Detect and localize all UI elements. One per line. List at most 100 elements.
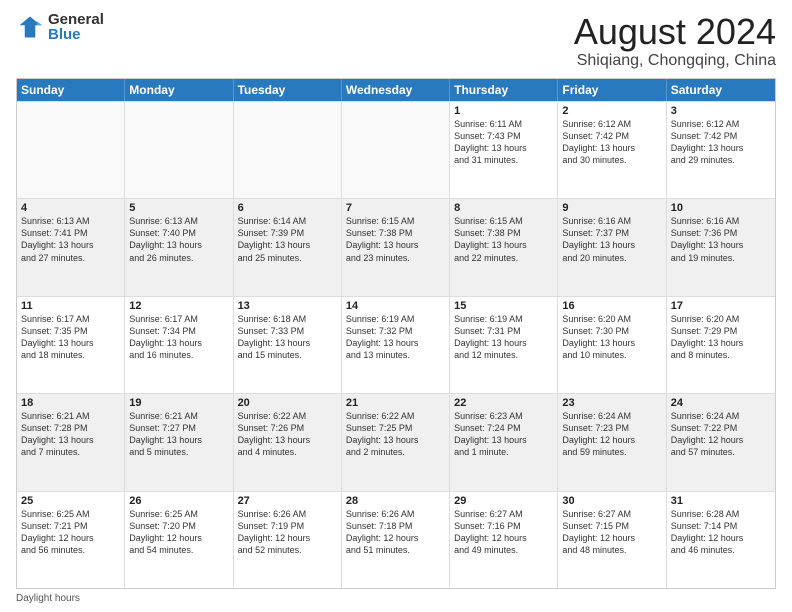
weekday-header-wednesday: Wednesday (342, 79, 450, 101)
weekday-header-saturday: Saturday (667, 79, 775, 101)
calendar-cell: 3Sunrise: 6:12 AM Sunset: 7:42 PM Daylig… (667, 102, 775, 198)
calendar-cell: 25Sunrise: 6:25 AM Sunset: 7:21 PM Dayli… (17, 492, 125, 588)
day-number: 25 (21, 495, 120, 507)
day-info: Sunrise: 6:28 AM Sunset: 7:14 PM Dayligh… (671, 508, 771, 557)
calendar-cell: 31Sunrise: 6:28 AM Sunset: 7:14 PM Dayli… (667, 492, 775, 588)
day-info: Sunrise: 6:19 AM Sunset: 7:31 PM Dayligh… (454, 313, 553, 362)
day-number: 8 (454, 202, 553, 214)
day-info: Sunrise: 6:20 AM Sunset: 7:30 PM Dayligh… (562, 313, 661, 362)
calendar-cell: 11Sunrise: 6:17 AM Sunset: 7:35 PM Dayli… (17, 297, 125, 393)
calendar-cell: 19Sunrise: 6:21 AM Sunset: 7:27 PM Dayli… (125, 394, 233, 490)
day-number: 6 (238, 202, 337, 214)
calendar-cell: 26Sunrise: 6:25 AM Sunset: 7:20 PM Dayli… (125, 492, 233, 588)
calendar-cell: 2Sunrise: 6:12 AM Sunset: 7:42 PM Daylig… (558, 102, 666, 198)
calendar-cell: 8Sunrise: 6:15 AM Sunset: 7:38 PM Daylig… (450, 199, 558, 295)
day-info: Sunrise: 6:12 AM Sunset: 7:42 PM Dayligh… (671, 118, 771, 167)
day-info: Sunrise: 6:25 AM Sunset: 7:21 PM Dayligh… (21, 508, 120, 557)
day-info: Sunrise: 6:15 AM Sunset: 7:38 PM Dayligh… (454, 215, 553, 264)
day-info: Sunrise: 6:27 AM Sunset: 7:15 PM Dayligh… (562, 508, 661, 557)
day-info: Sunrise: 6:17 AM Sunset: 7:35 PM Dayligh… (21, 313, 120, 362)
page: General Blue August 2024 Shiqiang, Chong… (0, 0, 792, 612)
footer: Daylight hours (16, 593, 776, 604)
calendar-cell: 17Sunrise: 6:20 AM Sunset: 7:29 PM Dayli… (667, 297, 775, 393)
calendar-row-2: 11Sunrise: 6:17 AM Sunset: 7:35 PM Dayli… (17, 296, 775, 393)
day-number: 2 (562, 105, 661, 117)
weekday-header-monday: Monday (125, 79, 233, 101)
logo: General Blue (16, 12, 104, 42)
calendar-cell: 4Sunrise: 6:13 AM Sunset: 7:41 PM Daylig… (17, 199, 125, 295)
day-info: Sunrise: 6:23 AM Sunset: 7:24 PM Dayligh… (454, 410, 553, 459)
day-number: 21 (346, 397, 445, 409)
title-block: August 2024 Shiqiang, Chongqing, China (574, 12, 776, 70)
day-info: Sunrise: 6:25 AM Sunset: 7:20 PM Dayligh… (129, 508, 228, 557)
calendar-cell: 21Sunrise: 6:22 AM Sunset: 7:25 PM Dayli… (342, 394, 450, 490)
day-info: Sunrise: 6:13 AM Sunset: 7:41 PM Dayligh… (21, 215, 120, 264)
calendar-cell: 14Sunrise: 6:19 AM Sunset: 7:32 PM Dayli… (342, 297, 450, 393)
calendar-cell: 18Sunrise: 6:21 AM Sunset: 7:28 PM Dayli… (17, 394, 125, 490)
day-info: Sunrise: 6:18 AM Sunset: 7:33 PM Dayligh… (238, 313, 337, 362)
day-info: Sunrise: 6:22 AM Sunset: 7:25 PM Dayligh… (346, 410, 445, 459)
day-number: 27 (238, 495, 337, 507)
logo-general-text: General (48, 12, 104, 27)
day-number: 16 (562, 300, 661, 312)
day-number: 1 (454, 105, 553, 117)
calendar-cell: 27Sunrise: 6:26 AM Sunset: 7:19 PM Dayli… (234, 492, 342, 588)
subtitle: Shiqiang, Chongqing, China (574, 52, 776, 70)
day-info: Sunrise: 6:11 AM Sunset: 7:43 PM Dayligh… (454, 118, 553, 167)
calendar-cell: 12Sunrise: 6:17 AM Sunset: 7:34 PM Dayli… (125, 297, 233, 393)
weekday-header-tuesday: Tuesday (234, 79, 342, 101)
calendar-cell: 9Sunrise: 6:16 AM Sunset: 7:37 PM Daylig… (558, 199, 666, 295)
calendar-cell: 15Sunrise: 6:19 AM Sunset: 7:31 PM Dayli… (450, 297, 558, 393)
logo-icon (16, 13, 44, 41)
calendar-cell: 24Sunrise: 6:24 AM Sunset: 7:22 PM Dayli… (667, 394, 775, 490)
day-info: Sunrise: 6:20 AM Sunset: 7:29 PM Dayligh… (671, 313, 771, 362)
day-number: 29 (454, 495, 553, 507)
footer-label: Daylight hours (16, 593, 80, 604)
day-number: 17 (671, 300, 771, 312)
calendar-cell: 20Sunrise: 6:22 AM Sunset: 7:26 PM Dayli… (234, 394, 342, 490)
day-info: Sunrise: 6:22 AM Sunset: 7:26 PM Dayligh… (238, 410, 337, 459)
calendar-row-1: 4Sunrise: 6:13 AM Sunset: 7:41 PM Daylig… (17, 198, 775, 295)
calendar-cell (125, 102, 233, 198)
day-info: Sunrise: 6:16 AM Sunset: 7:36 PM Dayligh… (671, 215, 771, 264)
weekday-header-thursday: Thursday (450, 79, 558, 101)
day-number: 19 (129, 397, 228, 409)
day-info: Sunrise: 6:24 AM Sunset: 7:23 PM Dayligh… (562, 410, 661, 459)
day-number: 26 (129, 495, 228, 507)
day-info: Sunrise: 6:26 AM Sunset: 7:18 PM Dayligh… (346, 508, 445, 557)
day-number: 15 (454, 300, 553, 312)
day-number: 7 (346, 202, 445, 214)
calendar-cell (17, 102, 125, 198)
day-info: Sunrise: 6:13 AM Sunset: 7:40 PM Dayligh… (129, 215, 228, 264)
day-info: Sunrise: 6:17 AM Sunset: 7:34 PM Dayligh… (129, 313, 228, 362)
calendar-cell (234, 102, 342, 198)
day-number: 20 (238, 397, 337, 409)
day-number: 4 (21, 202, 120, 214)
day-number: 18 (21, 397, 120, 409)
day-number: 30 (562, 495, 661, 507)
day-number: 31 (671, 495, 771, 507)
header: General Blue August 2024 Shiqiang, Chong… (16, 12, 776, 70)
calendar-cell: 1Sunrise: 6:11 AM Sunset: 7:43 PM Daylig… (450, 102, 558, 198)
calendar-cell: 7Sunrise: 6:15 AM Sunset: 7:38 PM Daylig… (342, 199, 450, 295)
day-info: Sunrise: 6:16 AM Sunset: 7:37 PM Dayligh… (562, 215, 661, 264)
day-number: 24 (671, 397, 771, 409)
day-number: 3 (671, 105, 771, 117)
calendar-row-4: 25Sunrise: 6:25 AM Sunset: 7:21 PM Dayli… (17, 491, 775, 588)
calendar-cell: 13Sunrise: 6:18 AM Sunset: 7:33 PM Dayli… (234, 297, 342, 393)
calendar-cell: 29Sunrise: 6:27 AM Sunset: 7:16 PM Dayli… (450, 492, 558, 588)
day-info: Sunrise: 6:26 AM Sunset: 7:19 PM Dayligh… (238, 508, 337, 557)
calendar-cell: 23Sunrise: 6:24 AM Sunset: 7:23 PM Dayli… (558, 394, 666, 490)
day-number: 12 (129, 300, 228, 312)
day-info: Sunrise: 6:27 AM Sunset: 7:16 PM Dayligh… (454, 508, 553, 557)
weekday-header-friday: Friday (558, 79, 666, 101)
weekday-header-sunday: Sunday (17, 79, 125, 101)
calendar-cell (342, 102, 450, 198)
day-info: Sunrise: 6:14 AM Sunset: 7:39 PM Dayligh… (238, 215, 337, 264)
calendar-cell: 28Sunrise: 6:26 AM Sunset: 7:18 PM Dayli… (342, 492, 450, 588)
day-number: 28 (346, 495, 445, 507)
day-number: 22 (454, 397, 553, 409)
calendar-cell: 30Sunrise: 6:27 AM Sunset: 7:15 PM Dayli… (558, 492, 666, 588)
calendar-cell: 6Sunrise: 6:14 AM Sunset: 7:39 PM Daylig… (234, 199, 342, 295)
day-info: Sunrise: 6:15 AM Sunset: 7:38 PM Dayligh… (346, 215, 445, 264)
